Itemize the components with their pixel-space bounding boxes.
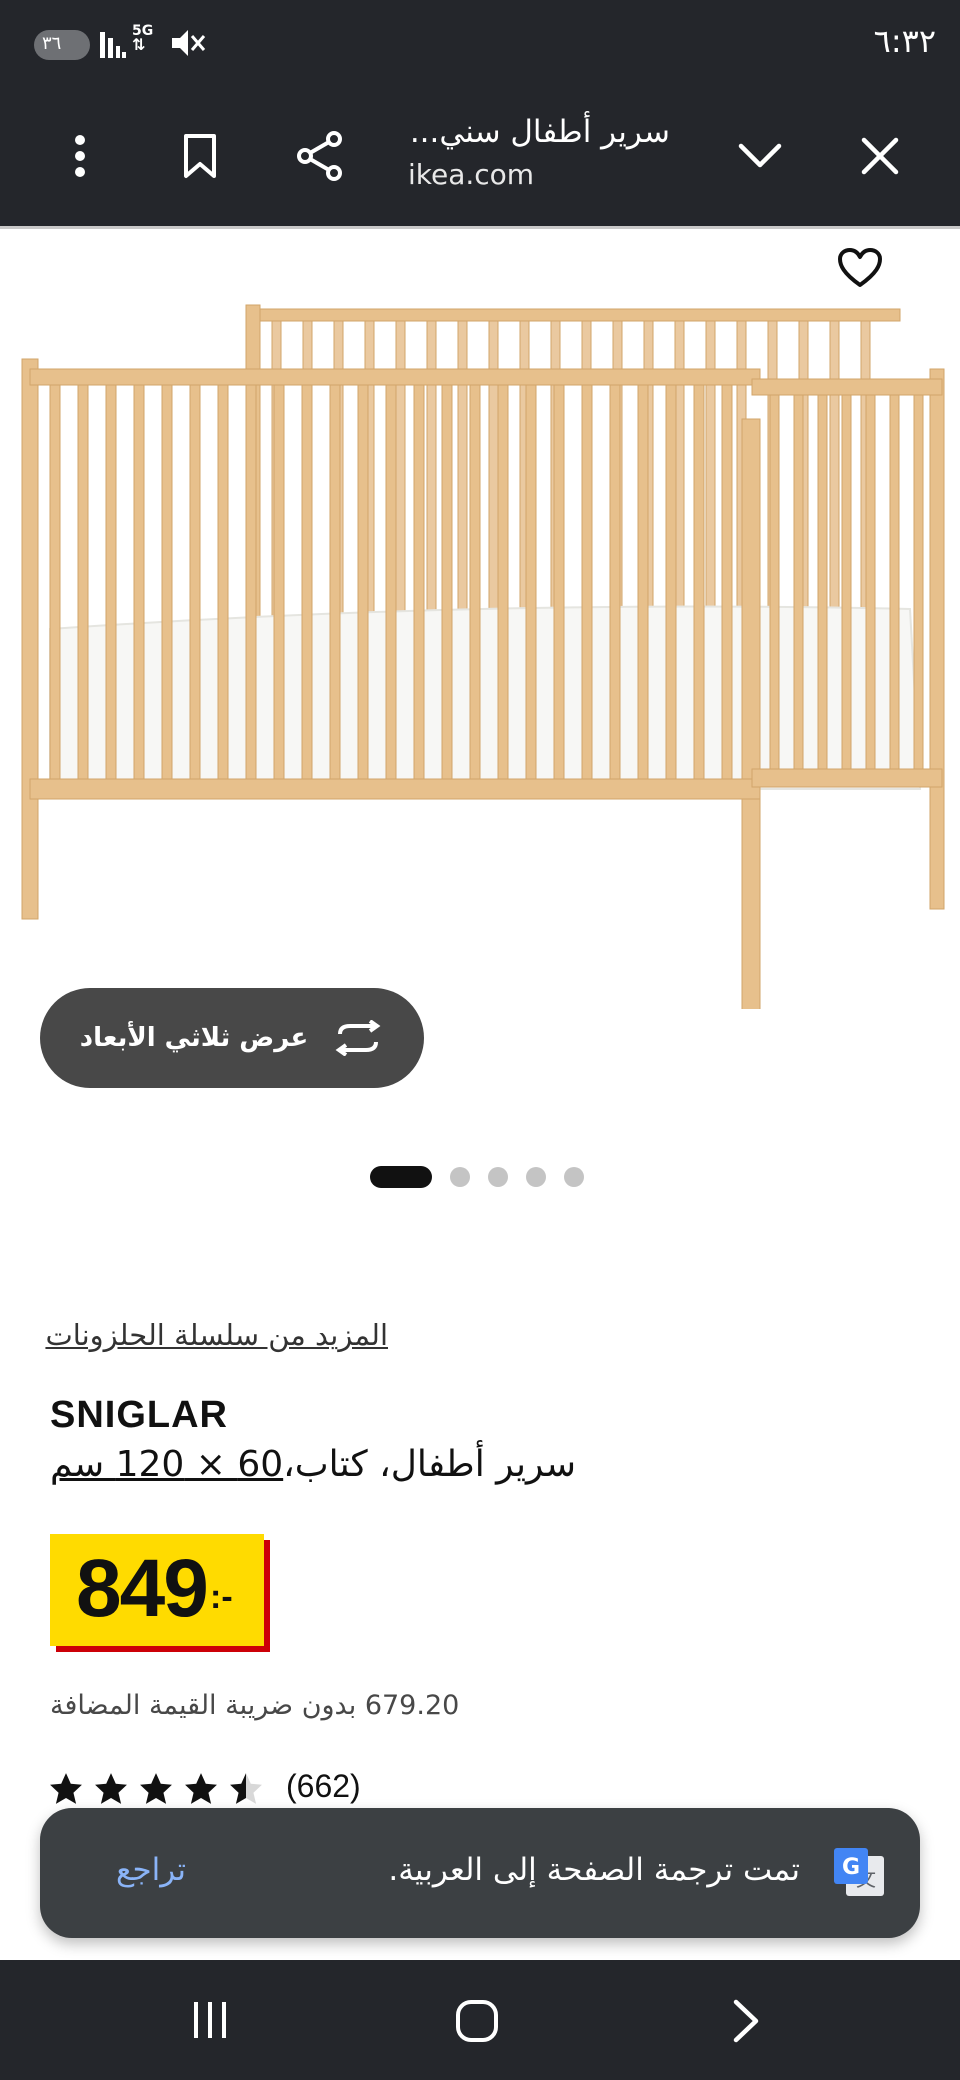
crib-slat bbox=[665, 384, 677, 780]
crib-rail bbox=[29, 368, 761, 386]
recent-apps-icon[interactable] bbox=[188, 1998, 232, 2042]
clock: ٦:٣٢ bbox=[873, 22, 936, 60]
crib-slat bbox=[49, 384, 61, 780]
crib-slat bbox=[913, 394, 924, 770]
crib-slat bbox=[553, 384, 565, 780]
crib-slat bbox=[865, 394, 876, 770]
rating-stars[interactable] bbox=[48, 1772, 264, 1806]
undo-button[interactable]: تراجع bbox=[116, 1852, 186, 1888]
chevron-down-icon bbox=[738, 143, 782, 168]
view-3d-button[interactable]: عرض ثلاثي الأبعاد bbox=[40, 988, 424, 1088]
crib-slat bbox=[581, 384, 593, 780]
crib-slat bbox=[133, 384, 145, 780]
heart-icon bbox=[838, 248, 882, 287]
product-type: سرير أطفال، كتاب، bbox=[283, 1444, 577, 1485]
page-title[interactable]: سرير أطفال سني... bbox=[340, 114, 670, 150]
star-icon bbox=[185, 1773, 217, 1804]
signal-icon bbox=[100, 32, 126, 58]
crib-slat bbox=[841, 394, 852, 770]
crib-rail bbox=[249, 308, 901, 322]
mute-icon bbox=[172, 30, 206, 56]
toggle-pill-icon: ٣٦ bbox=[34, 30, 90, 60]
home-icon[interactable] bbox=[454, 1998, 500, 2044]
crib-rail bbox=[751, 768, 943, 788]
price-value: 849 bbox=[76, 1543, 209, 1634]
badge-count: ٣٦ bbox=[42, 33, 62, 54]
carousel-dot-2[interactable] bbox=[450, 1167, 470, 1187]
series-link[interactable]: المزيد من سلسلة الحلزونات bbox=[45, 1318, 388, 1352]
crib-slat bbox=[793, 394, 804, 770]
bookmark-button[interactable] bbox=[170, 126, 230, 186]
image-carousel-dots bbox=[370, 1166, 584, 1188]
translation-toast: 文 G تمت ترجمة الصفحة إلى العربية. تراجع bbox=[40, 1808, 920, 1938]
crib-slat bbox=[769, 394, 780, 770]
close-tab-button[interactable] bbox=[850, 126, 910, 186]
browser-toolbar: سرير أطفال سني... ikea.com bbox=[0, 88, 960, 226]
expand-button[interactable] bbox=[730, 126, 790, 186]
google-translate-icon: 文 G bbox=[834, 1848, 884, 1896]
carousel-dot-1[interactable] bbox=[370, 1166, 432, 1188]
crib-slat bbox=[189, 384, 201, 780]
star-icon bbox=[230, 1773, 262, 1804]
crib-slat bbox=[273, 384, 285, 780]
star-icon bbox=[140, 1773, 172, 1804]
star-icon bbox=[95, 1773, 127, 1804]
crib-slat bbox=[385, 384, 397, 780]
carousel-dot-5[interactable] bbox=[564, 1167, 584, 1187]
crib-post bbox=[741, 418, 761, 1009]
share-icon bbox=[297, 131, 342, 181]
crib-slat bbox=[817, 394, 828, 770]
crib-slat bbox=[357, 384, 369, 780]
back-icon[interactable] bbox=[728, 1998, 764, 2044]
price-suffix: :- bbox=[210, 1578, 233, 1616]
system-nav-bar bbox=[0, 1960, 960, 2080]
crib-slat bbox=[329, 384, 341, 780]
carousel-dot-4[interactable] bbox=[526, 1167, 546, 1187]
crib-slat bbox=[413, 384, 425, 780]
crib-slat bbox=[693, 384, 705, 780]
product-size-link[interactable]: 60 × 120 سم bbox=[50, 1444, 283, 1485]
crib-slat bbox=[245, 384, 257, 780]
more-menu-button[interactable] bbox=[50, 126, 110, 186]
price-tag: 849 :- bbox=[50, 1534, 264, 1646]
status-bar: ٣٦ 5G ⇅ ٦:٣٢ bbox=[0, 0, 960, 88]
product-image-crib[interactable] bbox=[0, 229, 960, 1009]
crib-slat bbox=[105, 384, 117, 780]
crib-rail bbox=[751, 378, 943, 396]
bookmark-icon bbox=[184, 134, 216, 178]
crib-post bbox=[21, 358, 39, 920]
crib-slat bbox=[525, 384, 537, 780]
carousel-dot-3[interactable] bbox=[488, 1167, 508, 1187]
crib-slat bbox=[77, 384, 89, 780]
svg-text:G: G bbox=[842, 1855, 860, 1880]
crib-slat bbox=[721, 384, 733, 780]
crib-slat bbox=[637, 384, 649, 780]
crib-slat bbox=[161, 384, 173, 780]
crib-slat bbox=[889, 394, 900, 770]
crib-slat bbox=[441, 384, 453, 780]
crib-slat bbox=[217, 384, 229, 780]
rating-count[interactable]: (662) bbox=[286, 1768, 361, 1805]
crib-slat bbox=[497, 384, 509, 780]
price-excl-vat: 679.20 بدون ضريبة القيمة المضافة bbox=[50, 1690, 460, 1721]
crib-slat bbox=[609, 384, 621, 780]
wishlist-button[interactable] bbox=[832, 240, 888, 296]
more-vert-icon bbox=[75, 135, 85, 177]
crib-post bbox=[929, 368, 945, 910]
crib-slat bbox=[301, 384, 313, 780]
close-icon bbox=[861, 137, 899, 175]
crib-rail bbox=[29, 778, 761, 800]
view-3d-label: عرض ثلاثي الأبعاد bbox=[79, 1023, 309, 1053]
toast-message: تمت ترجمة الصفحة إلى العربية. bbox=[388, 1852, 800, 1888]
product-description: سرير أطفال، كتاب،60 × 120 سم bbox=[50, 1444, 576, 1485]
star-icon bbox=[50, 1773, 82, 1804]
page-domain[interactable]: ikea.com bbox=[408, 158, 534, 191]
product-name: SNIGLAR bbox=[50, 1394, 228, 1436]
crib-slat bbox=[469, 384, 481, 780]
rotate-3d-icon bbox=[335, 1020, 381, 1056]
network-5g-icon: 5G ⇅ bbox=[132, 23, 154, 54]
